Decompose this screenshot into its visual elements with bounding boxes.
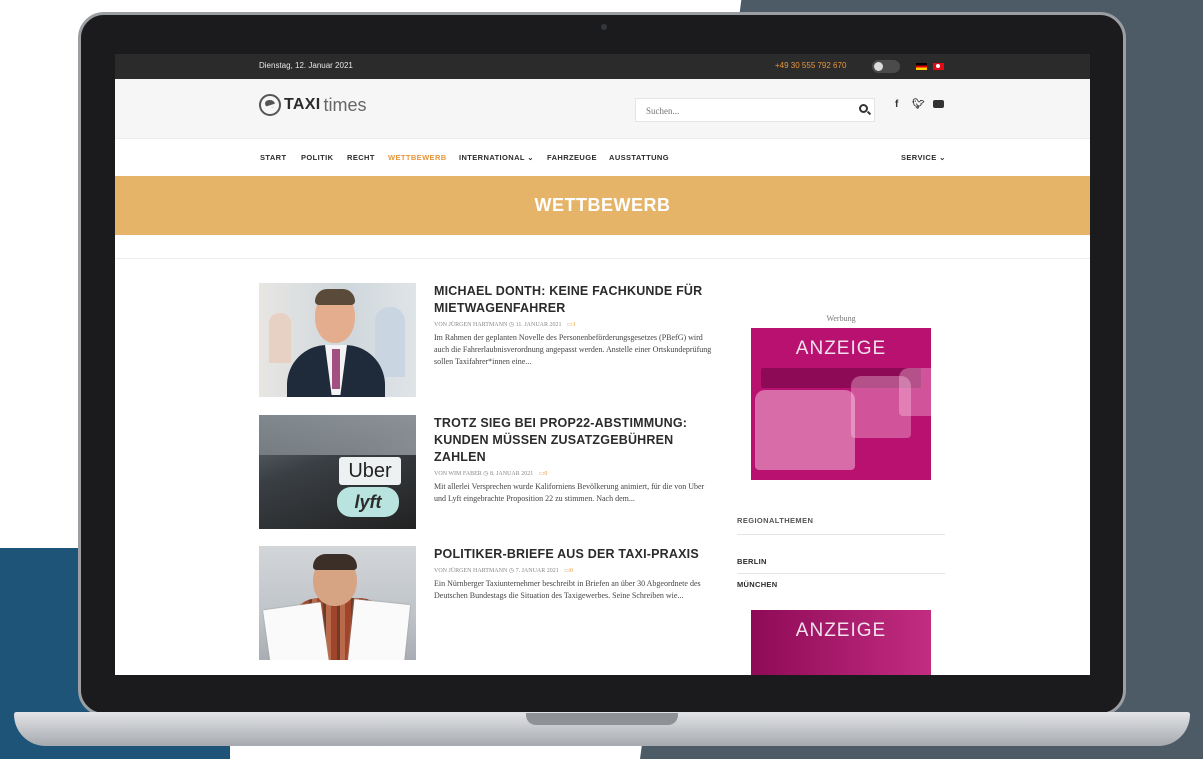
article-body: MICHAEL DONTH: KEINE FACHKUNDE FÜR MIETW… bbox=[434, 283, 718, 368]
article-thumbnail[interactable] bbox=[259, 283, 416, 397]
logo-text-light: times bbox=[323, 94, 367, 115]
thumb-car-glass bbox=[259, 415, 416, 455]
site-header: TAXI times f 🐦︎ bbox=[115, 79, 1090, 139]
article-title[interactable]: TROTZ SIEG BEI PROP22-ABSTIMMUNG: KUNDEN… bbox=[434, 415, 718, 466]
nav-item-international[interactable]: INTERNATIONAL ⌄ bbox=[459, 153, 534, 162]
laptop-notch bbox=[526, 713, 678, 725]
divider bbox=[115, 258, 1090, 259]
thumb-tie bbox=[332, 349, 340, 389]
facebook-icon[interactable]: f bbox=[895, 99, 898, 110]
search-box bbox=[635, 98, 875, 122]
youtube-icon[interactable] bbox=[933, 99, 944, 110]
thumb-letter bbox=[347, 599, 411, 660]
article-thumbnail[interactable]: Uber lyft bbox=[259, 415, 416, 529]
category-title: WETTBEWERB bbox=[534, 195, 671, 215]
thumb-letter bbox=[263, 602, 329, 660]
divider bbox=[737, 534, 945, 535]
nav-item-service[interactable]: SERVICE ⌄ bbox=[901, 153, 946, 162]
flag-de-icon[interactable] bbox=[916, 63, 927, 70]
nav-item-fahrzeuge[interactable]: FAHRZEUGE bbox=[547, 153, 597, 162]
flag-tr-icon[interactable] bbox=[933, 63, 944, 70]
toggle-knob bbox=[874, 62, 883, 71]
article-title[interactable]: MICHAEL DONTH: KEINE FACHKUNDE FÜR MIETW… bbox=[434, 283, 718, 317]
main-nav: START POLITIK RECHT WETTBEWERB INTERNATI… bbox=[115, 140, 1090, 174]
phone-number[interactable]: +49 30 555 792 670 bbox=[775, 61, 846, 70]
nav-item-start[interactable]: START bbox=[260, 153, 286, 162]
thumb-uber-sticker: Uber bbox=[339, 457, 401, 485]
nav-item-wettbewerb[interactable]: WETTBEWERB bbox=[388, 153, 447, 162]
article-excerpt: Mit allerlei Versprechen wurde Kaliforni… bbox=[434, 482, 705, 503]
thumb-hair bbox=[315, 289, 355, 305]
article-excerpt: Im Rahmen der geplanten Novelle des Pers… bbox=[434, 333, 712, 366]
article-excerpt: Ein Nürnberger Taxiunternehmer beschreib… bbox=[434, 579, 701, 600]
ad-banner[interactable]: ANZEIGE bbox=[751, 610, 931, 675]
nav-item-politik[interactable]: POLITIK bbox=[301, 153, 333, 162]
twitter-icon[interactable]: 🐦︎ bbox=[912, 99, 925, 110]
current-date: Dienstag, 12. Januar 2021 bbox=[259, 61, 353, 70]
logo-text-bold: TAXI bbox=[284, 96, 321, 113]
globe-icon bbox=[259, 94, 281, 116]
article-thumbnail[interactable] bbox=[259, 546, 416, 660]
category-banner: WETTBEWERB bbox=[115, 176, 1090, 235]
youtube-glyph bbox=[933, 100, 944, 108]
article-title[interactable]: POLITIKER-BRIEFE AUS DER TAXI-PRAXIS bbox=[434, 546, 718, 563]
comment-count[interactable]: 1 bbox=[573, 322, 576, 328]
sidebar-heading: REGIONALTHEMEN bbox=[737, 516, 814, 525]
search-input[interactable] bbox=[646, 103, 846, 118]
ad-bg-shape bbox=[851, 376, 911, 438]
article-author[interactable]: VON JÜRGEN HARTMANN bbox=[434, 568, 507, 574]
sidebar-link-muenchen[interactable]: MÜNCHEN bbox=[737, 580, 777, 589]
clock-icon: ◷ bbox=[508, 322, 515, 328]
article-body: TROTZ SIEG BEI PROP22-ABSTIMMUNG: KUNDEN… bbox=[434, 415, 718, 505]
thumb-hair bbox=[313, 554, 357, 570]
comment-count[interactable]: 0 bbox=[570, 568, 573, 574]
clock-icon: ◷ bbox=[483, 471, 489, 477]
comment-count[interactable]: 0 bbox=[544, 471, 547, 477]
site-logo[interactable]: TAXI times bbox=[259, 94, 366, 116]
article-meta: VON JÜRGEN HARTMANN ◷ 11. JANUAR 2021 ▭1 bbox=[434, 321, 718, 328]
divider bbox=[737, 573, 945, 574]
top-bar: Dienstag, 12. Januar 2021 +49 30 555 792… bbox=[115, 54, 1090, 79]
ad-text: ANZEIGE bbox=[795, 620, 887, 641]
website-screen: Dienstag, 12. Januar 2021 +49 30 555 792… bbox=[115, 54, 1090, 675]
nav-item-ausstattung[interactable]: AUSSTATTUNG bbox=[609, 153, 669, 162]
ad-text: ANZEIGE bbox=[795, 338, 887, 359]
ad-label: Werbung bbox=[826, 314, 856, 323]
sidebar-link-berlin[interactable]: BERLIN bbox=[737, 557, 767, 566]
thumb-lyft-sticker: lyft bbox=[337, 487, 399, 517]
thumb-bg-figure bbox=[269, 313, 291, 363]
nav-item-recht[interactable]: RECHT bbox=[347, 153, 375, 162]
clock-icon: ◷ bbox=[508, 568, 515, 574]
article-date: 8. JANUAR 2021 bbox=[490, 471, 534, 477]
article-meta: VON WIM FABER ◷ 8. JANUAR 2021 ▭0 bbox=[434, 470, 718, 477]
article-date: 7. JANUAR 2021 bbox=[515, 568, 559, 574]
search-icon[interactable] bbox=[859, 104, 868, 113]
ad-bg-shape bbox=[755, 390, 855, 470]
article-body: POLITIKER-BRIEFE AUS DER TAXI-PRAXIS VON… bbox=[434, 546, 718, 602]
ad-banner[interactable]: ANZEIGE bbox=[751, 328, 931, 480]
article-author[interactable]: VON WIM FABER bbox=[434, 471, 482, 477]
article-meta: VON JÜRGEN HARTMANN ◷ 7. JANUAR 2021 ▭0 bbox=[434, 567, 718, 574]
article-date: 11. JANUAR 2021 bbox=[515, 322, 562, 328]
theme-toggle-icon[interactable] bbox=[872, 60, 900, 73]
article-author[interactable]: VON JÜRGEN HARTMANN bbox=[434, 322, 507, 328]
